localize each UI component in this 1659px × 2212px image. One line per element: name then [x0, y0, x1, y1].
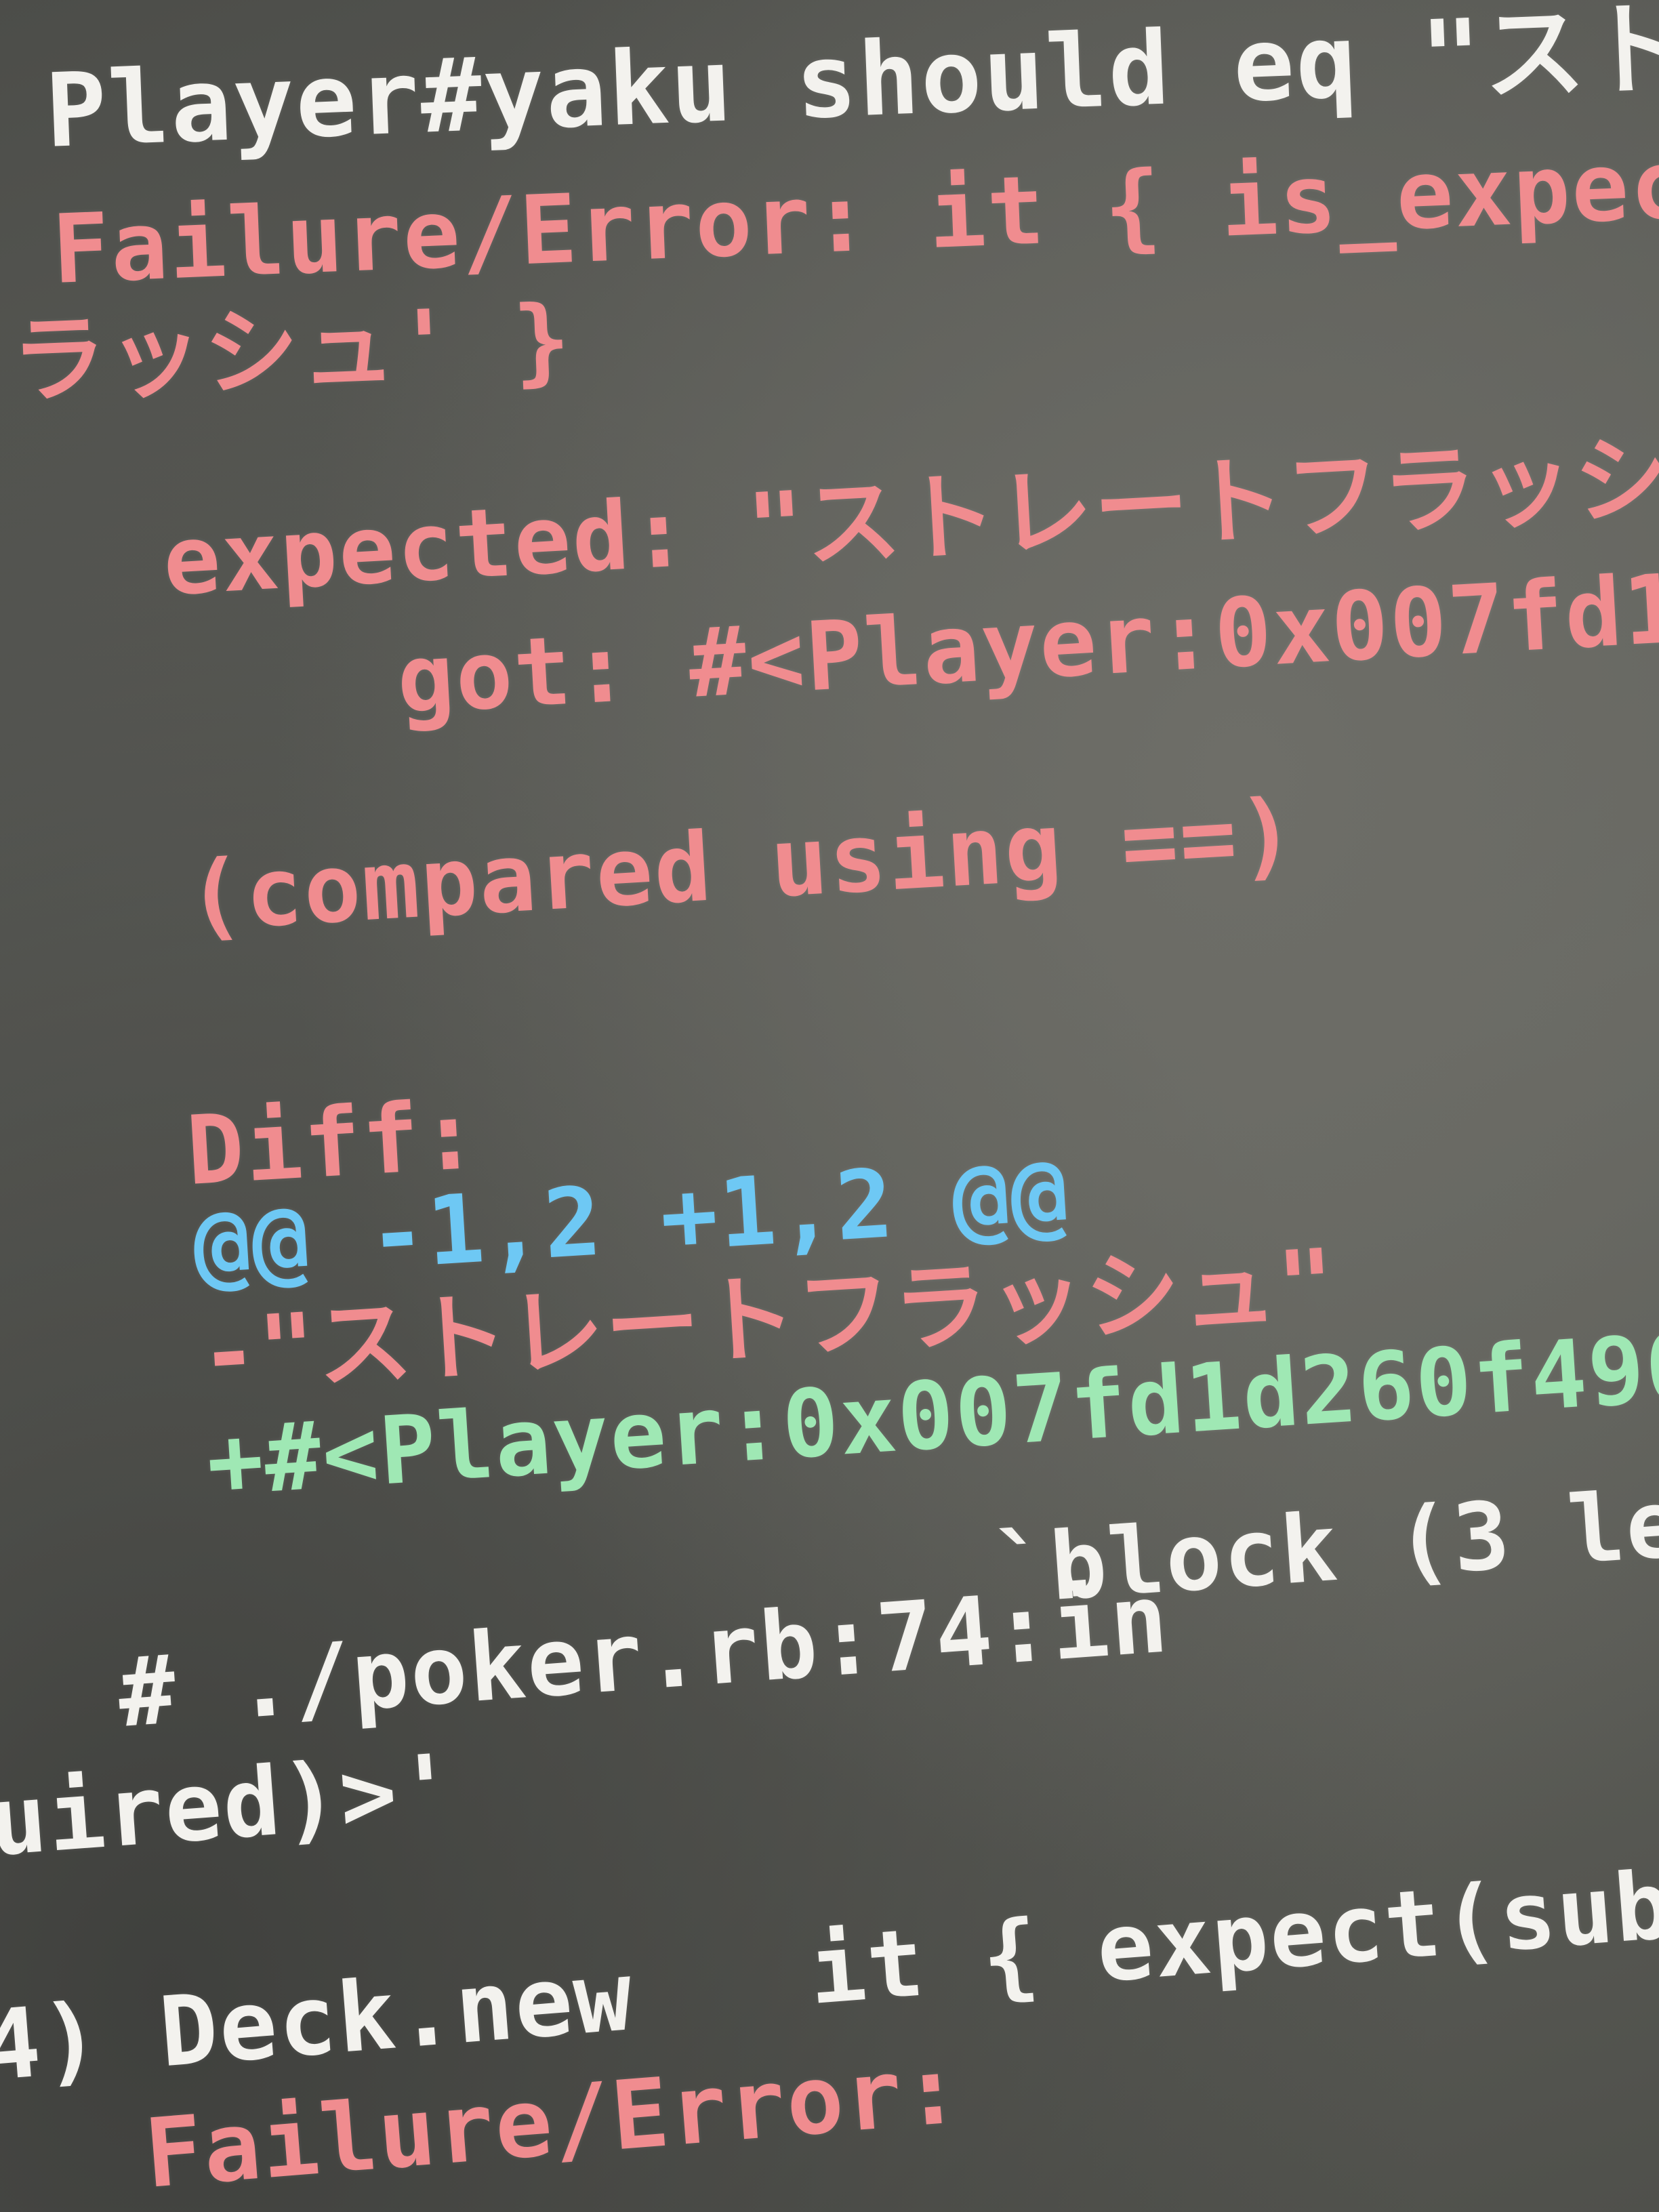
next-example-code-line: it { expect(subject.c	[805, 1824, 1659, 2026]
backtrace-file-line: # ./poker.rb:74:in	[115, 1563, 1172, 1749]
example-title-line: Player#yaku should eq "ストレートフラ	[43, 0, 1659, 171]
backtrace-wrap-line: uired)>'	[0, 1733, 461, 1878]
compared-using-line: (compared using ==)	[184, 778, 1300, 953]
terminal-output: Player#yaku should eq "ストレートフラ Failure/E…	[0, 0, 1659, 2212]
failure-error-wrap-line: ラッシュ' }	[9, 284, 574, 417]
